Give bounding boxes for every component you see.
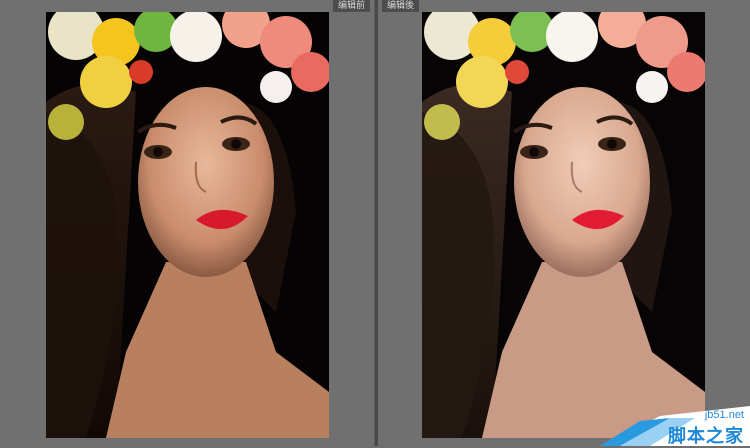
- before-label: 编辑前: [332, 0, 370, 12]
- after-label: 编辑後: [382, 0, 420, 12]
- watermark-url: jb51.net: [704, 409, 744, 421]
- before-photo: [46, 12, 329, 438]
- before-panel: 编辑前: [0, 0, 374, 446]
- site-watermark: jb51.net 脚本之家: [600, 376, 750, 447]
- after-photo: [422, 12, 705, 438]
- watermark-name: 脚本之家: [668, 426, 744, 447]
